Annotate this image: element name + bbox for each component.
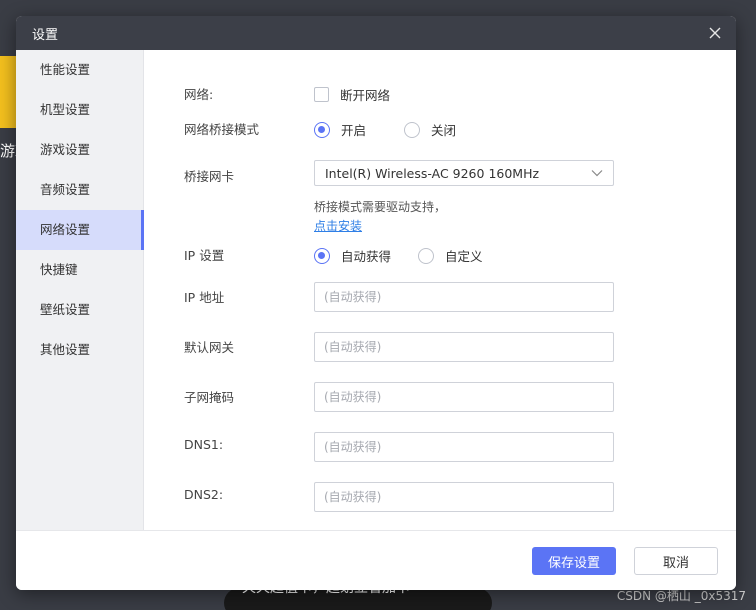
network-label: 网络:: [184, 87, 214, 102]
bridge-off-radio[interactable]: 关闭: [404, 120, 456, 139]
gateway-input[interactable]: [314, 332, 614, 362]
settings-dialog: 设置 性能设置 机型设置 游戏设置 音频设置 网络设置 快捷键 壁纸设置 其他设…: [16, 16, 736, 590]
dialog-titlebar: 设置: [16, 16, 736, 50]
save-button[interactable]: 保存设置: [532, 547, 616, 575]
gateway-label: 默认网关: [184, 340, 235, 355]
background-banner: 天天超值卡，超划立省加卡: [224, 588, 492, 610]
radio-button[interactable]: [418, 247, 434, 264]
dns1-input[interactable]: [314, 432, 614, 462]
sidebar-item-shortcuts[interactable]: 快捷键: [16, 250, 143, 290]
checkbox-box[interactable]: [314, 87, 329, 102]
ip-address-label: IP 地址: [184, 290, 225, 305]
dns1-label: DNS1:: [184, 437, 224, 452]
ip-address-input[interactable]: [314, 282, 614, 312]
radio-button-checked[interactable]: [314, 247, 330, 264]
sidebar-item-performance[interactable]: 性能设置: [16, 50, 143, 90]
bridge-on-radio[interactable]: 开启: [314, 120, 366, 139]
bridge-mode-label: 网络桥接模式: [184, 122, 260, 137]
disconnect-network-label: 断开网络: [340, 88, 391, 103]
radio-button-checked[interactable]: [314, 121, 330, 138]
ip-custom-label: 自定义: [445, 249, 483, 264]
sidebar-item-game[interactable]: 游戏设置: [16, 130, 143, 170]
close-icon: [709, 27, 721, 39]
settings-sidebar: 性能设置 机型设置 游戏设置 音频设置 网络设置 快捷键 壁纸设置 其他设置: [16, 50, 144, 530]
sidebar-item-audio[interactable]: 音频设置: [16, 170, 143, 210]
disconnect-network-checkbox[interactable]: 断开网络: [314, 85, 390, 104]
sidebar-item-network[interactable]: 网络设置: [16, 210, 144, 250]
ip-auto-label: 自动获得: [341, 249, 392, 264]
dialog-title: 设置: [32, 27, 59, 43]
dns2-label: DNS2:: [184, 487, 224, 502]
dns2-input[interactable]: [314, 482, 614, 512]
sidebar-item-wallpaper[interactable]: 壁纸设置: [16, 290, 143, 330]
ip-auto-radio[interactable]: 自动获得: [314, 246, 391, 265]
subnet-mask-input[interactable]: [314, 382, 614, 412]
network-settings-panel: 网络: 断开网络 网络桥接模式 开启 关闭 桥接网卡 Intel(R) Wire…: [144, 50, 736, 530]
dialog-footer: 保存设置 取消: [16, 530, 736, 590]
close-button[interactable]: [704, 22, 726, 44]
subnet-mask-label: 子网掩码: [184, 390, 235, 405]
sidebar-item-device-model[interactable]: 机型设置: [16, 90, 143, 130]
radio-button[interactable]: [404, 121, 420, 138]
driver-hint: 桥接模式需要驱动支持，: [314, 200, 447, 214]
sidebar-item-other[interactable]: 其他设置: [16, 330, 143, 370]
install-driver-link[interactable]: 点击安装: [314, 217, 362, 234]
cancel-button[interactable]: 取消: [634, 547, 718, 575]
adapter-select-value: Intel(R) Wireless-AC 9260 160MHz: [325, 165, 540, 181]
adapter-label: 桥接网卡: [184, 169, 235, 184]
ip-custom-radio[interactable]: 自定义: [418, 246, 483, 265]
ip-setting-label: IP 设置: [184, 248, 225, 263]
bridge-off-label: 关闭: [431, 123, 457, 138]
chevron-down-icon: [591, 170, 603, 177]
adapter-select[interactable]: Intel(R) Wireless-AC 9260 160MHz: [314, 160, 614, 186]
bridge-on-label: 开启: [341, 123, 367, 138]
